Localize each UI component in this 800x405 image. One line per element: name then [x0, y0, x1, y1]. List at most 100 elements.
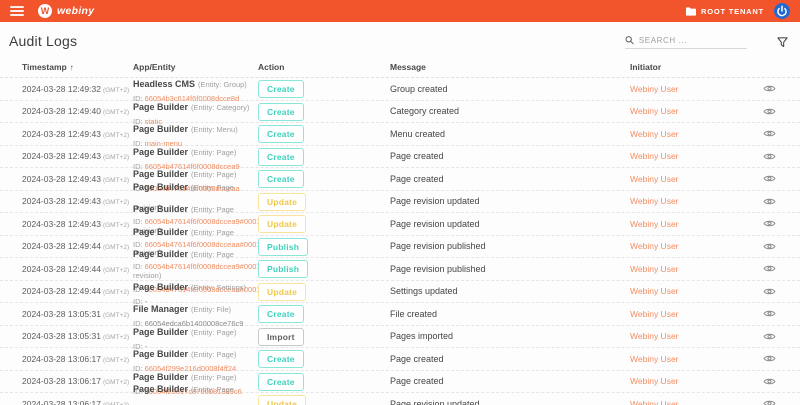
initiator-link[interactable]: Webiny User: [630, 174, 765, 184]
timezone-label: (GMT+2): [103, 132, 129, 139]
eye-icon: [763, 129, 776, 138]
initiator-link[interactable]: Webiny User: [630, 376, 765, 386]
action-badge: Create: [258, 373, 304, 391]
menu-icon[interactable]: [10, 6, 24, 16]
view-details-button[interactable]: [763, 287, 788, 296]
initiator-link[interactable]: Webiny User: [630, 84, 765, 94]
entity-label: (Entity: Page): [191, 350, 236, 359]
search-area: [625, 35, 788, 49]
webiny-logo-text: webiny: [57, 5, 94, 17]
column-header-app-entity: App/Entity: [133, 62, 258, 72]
column-header-timestamp[interactable]: Timestamp↑: [22, 62, 133, 72]
initiator-link[interactable]: Webiny User: [630, 309, 765, 319]
timestamp-cell: 2024-03-28 13:05:31(GMT+2): [22, 331, 133, 341]
eye-icon: [763, 377, 776, 386]
entity-label: (Entity: Menu): [191, 125, 238, 134]
timezone-label: (GMT+2): [103, 289, 129, 296]
table-row: 2024-03-28 13:06:17(GMT+2) Page Builder(…: [0, 371, 800, 394]
root-tenant-label: ROOT TENANT: [701, 7, 764, 16]
initiator-link[interactable]: Webiny User: [630, 196, 765, 206]
view-details-button[interactable]: [763, 129, 788, 138]
action-cell: Create: [258, 304, 390, 323]
timezone-label: (GMT+2): [103, 199, 129, 206]
initiator-link[interactable]: Webiny User: [630, 106, 765, 116]
action-badge: Update: [258, 395, 306, 405]
search-box: [625, 35, 747, 49]
eye-icon: [763, 332, 776, 341]
webiny-logo[interactable]: W webiny: [38, 4, 94, 18]
view-details-button[interactable]: [763, 399, 788, 405]
eye-icon: [763, 107, 776, 116]
initiator-link[interactable]: Webiny User: [630, 129, 765, 139]
app-name: Page Builder: [133, 249, 188, 259]
app-name: Page Builder: [133, 182, 188, 192]
filter-icon: [777, 37, 788, 48]
table-row: 2024-03-28 12:49:43(GMT+2) Page Builder(…: [0, 123, 800, 146]
initiator-link[interactable]: Webiny User: [630, 151, 765, 161]
root-tenant-button[interactable]: ROOT TENANT: [686, 7, 764, 16]
view-details-button[interactable]: [763, 354, 788, 363]
message-cell: Page created: [390, 354, 630, 364]
search-icon: [625, 35, 634, 45]
table-row: 2024-03-28 12:49:43(GMT+2) Page Builder(…: [0, 146, 800, 169]
action-cell: Update: [258, 214, 390, 233]
app-name: Page Builder: [133, 282, 188, 292]
timezone-label: (GMT+2): [103, 312, 129, 319]
action-badge: Update: [258, 283, 306, 301]
action-cell: Create: [258, 102, 390, 121]
table-row: 2024-03-28 12:49:44(GMT+2) Page Builder(…: [0, 236, 800, 259]
initiator-link[interactable]: Webiny User: [630, 241, 765, 251]
entity-label: (Entity: Group): [198, 80, 247, 89]
app-name: Page Builder: [133, 327, 188, 337]
initiator-link[interactable]: Webiny User: [630, 354, 765, 364]
view-details-button[interactable]: [763, 264, 788, 273]
filter-button[interactable]: [777, 37, 788, 48]
action-badge: Publish: [258, 260, 308, 278]
view-details-button[interactable]: [763, 84, 788, 93]
search-input[interactable]: [639, 36, 747, 45]
timestamp-cell: 2024-03-28 12:49:44(GMT+2): [22, 286, 133, 296]
action-cell: Publish: [258, 237, 390, 256]
action-cell: Publish: [258, 259, 390, 278]
initiator-link[interactable]: Webiny User: [630, 399, 765, 405]
action-cell: Create: [258, 372, 390, 391]
app-name: File Manager: [133, 304, 188, 314]
view-details-button[interactable]: [763, 332, 788, 341]
entity-label: (Entity: Category): [191, 103, 249, 112]
action-badge: Publish: [258, 238, 308, 256]
view-details-button[interactable]: [763, 242, 788, 251]
view-details-button[interactable]: [763, 219, 788, 228]
action-cell: Update: [258, 282, 390, 301]
message-cell: Pages imported: [390, 331, 630, 341]
message-cell: Settings updated: [390, 286, 630, 296]
table-row: 2024-03-28 12:49:43(GMT+2) Page Builder(…: [0, 168, 800, 191]
action-cell: Create: [258, 349, 390, 368]
view-details-button[interactable]: [763, 197, 788, 206]
view-details-button[interactable]: [763, 309, 788, 318]
entity-label: (Entity: Page): [191, 328, 236, 337]
eye-icon: [763, 242, 776, 251]
initiator-link[interactable]: Webiny User: [630, 219, 765, 229]
view-details-button[interactable]: [763, 174, 788, 183]
initiator-link[interactable]: Webiny User: [630, 331, 765, 341]
table-row: 2024-03-28 12:49:43(GMT+2) Page Builder(…: [0, 213, 800, 236]
view-details-button[interactable]: [763, 377, 788, 386]
timestamp-cell: 2024-03-28 13:05:31(GMT+2): [22, 309, 133, 319]
toolbar: Audit Logs: [0, 22, 800, 49]
message-cell: Page revision published: [390, 241, 630, 251]
timestamp-cell: 2024-03-28 12:49:44(GMT+2): [22, 264, 133, 274]
account-power-icon[interactable]: [774, 3, 790, 19]
view-details-button[interactable]: [763, 107, 788, 116]
action-cell: Create: [258, 147, 390, 166]
entity-label: (Entity: File): [191, 305, 231, 314]
initiator-link[interactable]: Webiny User: [630, 286, 765, 296]
column-header-message: Message: [390, 62, 630, 72]
action-cell: Import: [258, 327, 390, 346]
entity-label: (Entity: Page): [191, 148, 236, 157]
app-name: Page Builder: [133, 349, 188, 359]
view-details-button[interactable]: [763, 152, 788, 161]
message-cell: Page created: [390, 174, 630, 184]
sort-asc-icon: ↑: [70, 63, 74, 72]
message-cell: Page created: [390, 151, 630, 161]
initiator-link[interactable]: Webiny User: [630, 264, 765, 274]
